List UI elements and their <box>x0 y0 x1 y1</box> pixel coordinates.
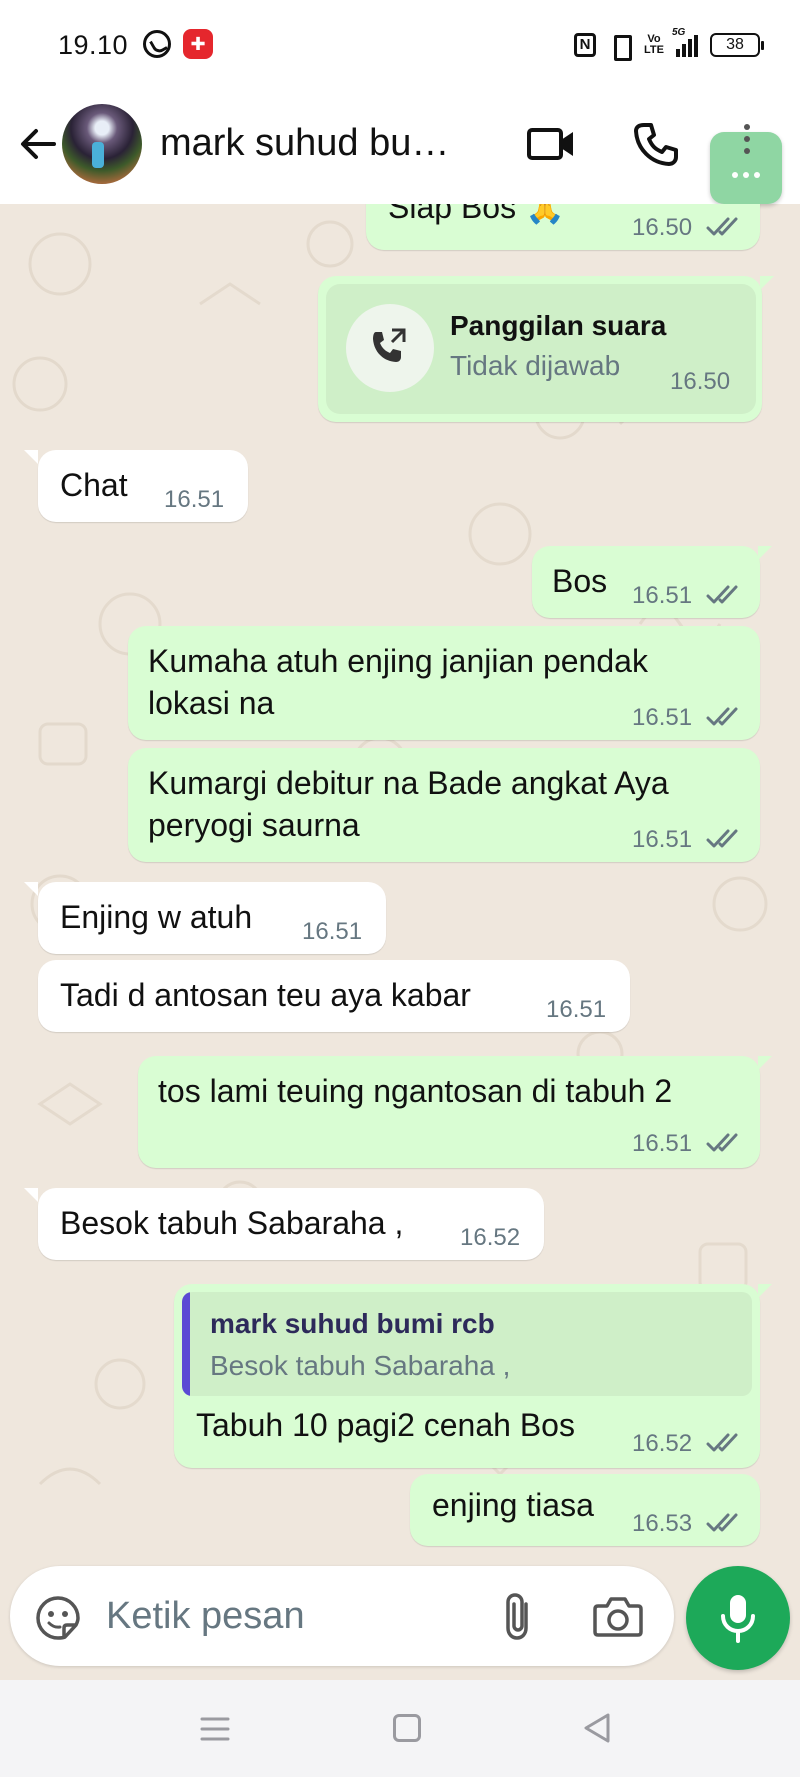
read-ticks-icon <box>706 829 738 848</box>
quoted-message[interactable]: mark suhud bumi rcb Besok tabuh Sabaraha… <box>182 1292 752 1396</box>
call-icon-circle <box>346 304 434 392</box>
video-camera-icon[interactable] <box>526 122 576 166</box>
chat-header: mark suhud bumi... <box>0 92 800 204</box>
avatar[interactable] <box>62 104 142 184</box>
read-ticks-icon <box>706 1133 738 1152</box>
read-ticks-icon <box>706 707 738 726</box>
read-ticks-icon <box>706 1513 738 1532</box>
message-text: Siap Bos 🙏 <box>388 204 565 225</box>
arrow-left-icon[interactable] <box>16 122 60 166</box>
message-text-line: lokasi na <box>148 685 275 721</box>
bubble-tail <box>24 882 38 896</box>
message-time: 16.50 <box>670 368 731 395</box>
message-bubble-outgoing[interactable]: Bos 16.51 <box>532 546 760 618</box>
sticker-icon[interactable] <box>34 1594 82 1642</box>
message-time: 16.50 <box>632 214 693 241</box>
message-bubble-outgoing[interactable]: tos lami teuing ngantosan di tabuh 2 16.… <box>138 1056 760 1168</box>
message-bubble-incoming[interactable]: Besok tabuh Sabaraha , 16.52 <box>38 1188 544 1260</box>
message-composer <box>10 1566 674 1666</box>
message-text: Tabuh 10 pagi2 cenah Bos <box>196 1407 575 1443</box>
message-text: Besok tabuh Sabaraha , <box>60 1205 404 1241</box>
chat-area[interactable]: Siap Bos 🙏 16.50 Panggilan suara Tidak d… <box>0 204 800 1564</box>
message-text: Enjing w atuh <box>60 899 253 935</box>
missed-call-card[interactable]: Panggilan suara Tidak dijawab 16.50 <box>326 284 756 414</box>
quote-text: Besok tabuh Sabaraha , <box>210 1350 511 1381</box>
message-text: Bos <box>552 563 608 599</box>
system-navigation-bar <box>0 1680 800 1777</box>
more-horiz-icon <box>732 172 760 178</box>
home-icon[interactable] <box>393 1714 421 1742</box>
status-icons: N Vo LTE 5G 38 <box>574 27 764 61</box>
status-time: 19.10 <box>58 30 129 60</box>
vibrate-icon <box>608 33 633 61</box>
call-title: Panggilan suara <box>450 310 667 341</box>
read-ticks-icon <box>706 585 738 604</box>
bubble-tail <box>760 276 774 290</box>
bubble-tail <box>758 1284 772 1298</box>
signal-icon: 5G <box>672 27 698 57</box>
paperclip-icon[interactable] <box>494 1590 542 1642</box>
quote-author: mark suhud bumi rcb <box>210 1308 495 1339</box>
bubble-tail <box>24 450 38 464</box>
message-time: 16.51 <box>632 826 693 853</box>
message-time: 16.51 <box>546 996 607 1023</box>
message-time: 16.51 <box>632 582 693 609</box>
message-bubble-outgoing[interactable]: Kumaha atuh enjing janjian pendak lokasi… <box>128 626 760 740</box>
network-type: 5G <box>672 27 686 38</box>
message-bubble-outgoing[interactable]: enjing tiasa 16.53 <box>410 1474 760 1546</box>
message-text: Tadi d antosan teu aya kabar <box>60 977 471 1013</box>
missed-call-icon <box>373 328 406 362</box>
bubble-tail <box>24 1188 38 1202</box>
volte-icon: Vo LTE <box>644 33 664 56</box>
camera-icon[interactable] <box>592 1592 644 1640</box>
quote-bar <box>182 1292 190 1396</box>
message-time: 16.52 <box>632 1430 693 1457</box>
message-time: 16.51 <box>632 1130 693 1157</box>
more-vert-icon <box>744 124 750 154</box>
message-time: 16.53 <box>632 1510 693 1537</box>
battery-icon: 38 <box>710 33 764 57</box>
message-text-line: Kumargi debitur na Bade angkat Aya <box>148 765 669 801</box>
message-bubble-incoming[interactable]: Enjing w atuh 16.51 <box>38 882 386 954</box>
message-text-line: peryogi saurna <box>148 807 360 843</box>
shield-app-icon: ✚ <box>183 29 213 59</box>
message-time: 16.51 <box>632 704 693 731</box>
message-text: enjing tiasa <box>432 1487 594 1523</box>
message-time: 16.51 <box>164 486 225 513</box>
message-bubble-outgoing[interactable]: Kumargi debitur na Bade angkat Aya peryo… <box>128 748 760 862</box>
read-ticks-icon <box>706 1433 738 1452</box>
recent-apps-icon[interactable] <box>200 1716 230 1742</box>
nfc-icon: N <box>574 33 597 57</box>
read-ticks-icon <box>706 217 738 236</box>
message-text: Chat <box>60 467 128 503</box>
message-bubble-incoming[interactable]: Chat 16.51 <box>38 450 248 522</box>
message-input[interactable] <box>106 1588 486 1644</box>
contact-name[interactable]: mark suhud bumi... <box>160 122 480 165</box>
phone-icon[interactable] <box>632 120 680 168</box>
message-bubble-incoming[interactable]: Tadi d antosan teu aya kabar 16.51 <box>38 960 630 1032</box>
menu-button[interactable] <box>710 124 782 204</box>
status-bar: 19.10 ✚ N Vo LTE 5G 38 <box>0 0 800 92</box>
message-text: tos lami teuing ngantosan di tabuh 2 <box>158 1073 673 1109</box>
bubble-tail <box>758 546 772 560</box>
whatsapp-notification-icon <box>143 30 171 58</box>
message-time: 16.51 <box>302 918 363 945</box>
bubble-tail <box>758 1056 772 1070</box>
message-bubble-outgoing[interactable]: Siap Bos 🙏 16.50 <box>366 204 760 250</box>
microphone-icon <box>721 1595 755 1643</box>
call-status: Tidak dijawab <box>450 350 621 381</box>
message-time: 16.52 <box>460 1224 521 1251</box>
message-text-line: Kumaha atuh enjing janjian pendak <box>148 643 648 679</box>
back-triangle-icon[interactable] <box>582 1712 612 1744</box>
voice-record-button[interactable] <box>686 1566 790 1670</box>
